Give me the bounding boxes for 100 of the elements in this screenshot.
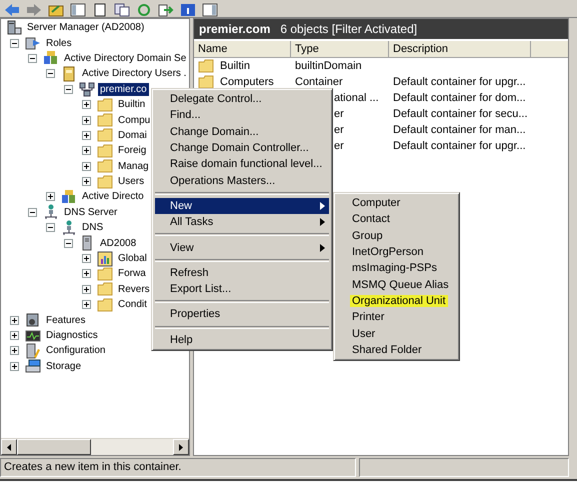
column-header: [531, 41, 568, 58]
back-icon[interactable]: [4, 3, 20, 17]
tree-item[interactable]: Configuration: [44, 344, 108, 358]
description-cell: Default container for man...: [393, 124, 526, 136]
expand-toggle[interactable]: [64, 84, 73, 94]
menu-item[interactable]: Export List...: [155, 280, 329, 298]
log-icon: [97, 250, 113, 267]
menu-item[interactable]: Printer: [337, 309, 456, 326]
tree-item[interactable]: Forwa: [116, 267, 148, 280]
type-cell: ational ...: [334, 92, 379, 104]
menu-item[interactable]: Change Domain Controller...: [155, 140, 329, 156]
tree-item[interactable]: Server Manager (AD2008): [25, 21, 146, 34]
menu-item[interactable]: Refresh: [155, 264, 329, 281]
expand-toggle[interactable]: [82, 146, 91, 156]
description-cell: Default container for upgr...: [393, 76, 526, 88]
tree-item[interactable]: AD2008: [98, 236, 138, 250]
tree-item[interactable]: Roles: [44, 36, 74, 50]
tree-item[interactable]: Storage: [44, 360, 84, 373]
box-icon: [25, 312, 41, 328]
menu-item[interactable]: Raise domain functional level...: [155, 156, 329, 172]
menu-item[interactable]: Group: [337, 228, 456, 244]
network-icon: [79, 81, 95, 98]
expand-toggle[interactable]: [82, 300, 91, 310]
name-cell[interactable]: Computers: [220, 76, 274, 88]
menu-item[interactable]: Find...: [155, 107, 329, 124]
expand-toggle[interactable]: [64, 238, 73, 248]
menu-item[interactable]: msImaging-PSPs: [337, 260, 456, 276]
expand-toggle[interactable]: [82, 254, 91, 264]
export-icon[interactable]: [158, 3, 174, 17]
tree-item[interactable]: Global: [116, 252, 149, 266]
menu-item[interactable]: Contact: [337, 211, 456, 228]
expand-toggle[interactable]: [10, 316, 19, 325]
panel-icon[interactable]: [70, 3, 86, 17]
status-text: Creates a new item in this container.: [0, 458, 356, 477]
menu-item[interactable]: MSMQ Queue Alias: [337, 276, 456, 293]
tree-item[interactable]: Features: [44, 314, 88, 327]
description-cell: Default container for upgr...: [393, 140, 526, 152]
tree-item[interactable]: Condit: [116, 298, 149, 312]
menu-item[interactable]: Help: [155, 332, 329, 348]
blocks-icon: [61, 189, 77, 205]
menu-item[interactable]: New: [155, 198, 329, 214]
expand-toggle[interactable]: [28, 208, 37, 217]
column-header[interactable]: Description: [389, 41, 531, 58]
tree-item[interactable]: DNS: [80, 221, 106, 234]
expand-toggle[interactable]: [10, 331, 19, 340]
tree-item[interactable]: Active Directory Users .: [80, 67, 188, 80]
left-arrow-icon: [7, 444, 11, 450]
expand-toggle[interactable]: [82, 130, 91, 140]
type-cell: builtinDomain: [295, 60, 362, 72]
menu-item[interactable]: InetOrgPerson: [337, 244, 456, 260]
tree-item[interactable]: Active Directory Domain Se: [62, 52, 188, 65]
type-cell: er: [334, 124, 344, 136]
menu-item[interactable]: Shared Folder: [337, 342, 456, 358]
name-cell[interactable]: Builtin: [220, 60, 250, 72]
expand-toggle[interactable]: [10, 38, 19, 48]
tree-item[interactable]: Compu: [116, 114, 152, 127]
expand-toggle[interactable]: [46, 192, 55, 202]
menu-item[interactable]: Delegate Control...: [155, 91, 329, 108]
tree-item[interactable]: Users: [116, 175, 146, 188]
tree-item[interactable]: DNS Server: [62, 206, 120, 219]
menu-item[interactable]: User: [337, 325, 456, 342]
expand-toggle[interactable]: [82, 100, 91, 110]
menu-item[interactable]: All Tasks: [155, 214, 329, 230]
description-cell: Default container for secu...: [393, 108, 528, 120]
scroll-thumb[interactable]: [17, 439, 91, 455]
network-icon: [61, 220, 77, 236]
menu-item[interactable]: View: [155, 239, 329, 256]
expand-toggle[interactable]: [28, 54, 37, 63]
expand-toggle[interactable]: [46, 69, 55, 78]
page-icon[interactable]: [92, 3, 108, 17]
copy-icon[interactable]: [114, 3, 130, 17]
tree-item[interactable]: Foreig: [116, 144, 148, 158]
expand-toggle[interactable]: [46, 223, 55, 232]
expand-toggle[interactable]: [82, 284, 91, 294]
scroll-right-button[interactable]: [173, 439, 189, 455]
expand-toggle[interactable]: [82, 177, 91, 186]
menu-item[interactable]: Operations Masters...: [155, 172, 329, 189]
expand-toggle[interactable]: [10, 346, 19, 356]
tree-item[interactable]: Diagnostics: [44, 329, 100, 342]
list-title: premier.com: [199, 22, 270, 36]
tree-item[interactable]: Revers: [116, 282, 152, 296]
scroll-left-button[interactable]: [1, 439, 17, 455]
tree-item[interactable]: Builtin: [116, 98, 148, 112]
tree-item[interactable]: premier.co: [98, 82, 149, 96]
column-header[interactable]: Type: [291, 41, 389, 58]
column-header[interactable]: Name: [194, 41, 291, 58]
menu-item[interactable]: Properties: [155, 306, 329, 323]
menu-item[interactable]: Computer: [337, 195, 456, 212]
menu-item[interactable]: Change Domain...: [155, 124, 329, 140]
panel-icon[interactable]: [202, 3, 218, 17]
tree-item[interactable]: Domai: [116, 128, 149, 142]
expand-toggle[interactable]: [82, 269, 91, 278]
expand-toggle[interactable]: [10, 362, 19, 371]
submenu-arrow-icon: [320, 244, 325, 252]
book-icon: [61, 66, 77, 82]
object-count: 6 objects [Filter Activated]: [280, 22, 418, 36]
expand-toggle[interactable]: [82, 162, 91, 171]
tree-item[interactable]: Manag: [116, 160, 151, 173]
tree-item[interactable]: Active Directo: [80, 190, 146, 204]
expand-toggle[interactable]: [82, 116, 91, 125]
